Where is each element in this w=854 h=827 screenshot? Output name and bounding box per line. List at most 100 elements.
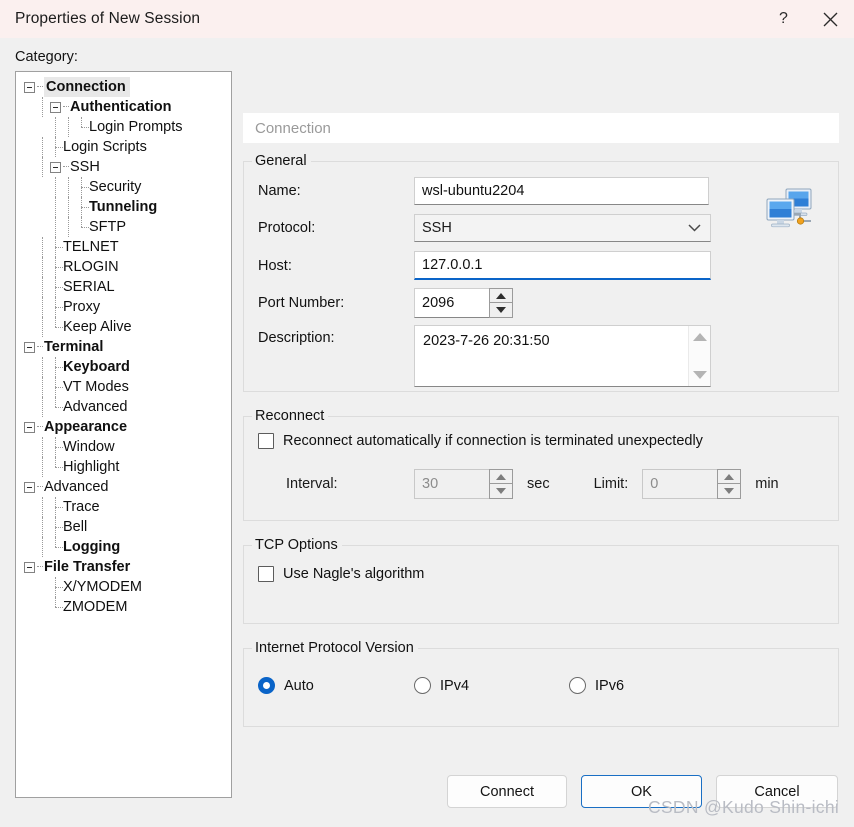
ip-version-radio-ipv4[interactable]: IPv4 [414,677,469,694]
tree-guide [37,237,50,257]
tree-item-advanced[interactable]: Advanced [16,477,231,497]
tree-item-zmodem[interactable]: ZMODEM [16,597,231,617]
tree-item-tunneling[interactable]: Tunneling [16,197,231,217]
tree-item-keyboard[interactable]: Keyboard [16,357,231,377]
tree-item-file-transfer[interactable]: File Transfer [16,557,231,577]
nagle-checkbox[interactable] [258,566,274,582]
tree-collapse-icon[interactable] [50,161,61,173]
limit-stepper[interactable]: 0 [642,469,742,499]
tree-item-bell[interactable]: Bell [16,517,231,537]
tree-item-serial[interactable]: SERIAL [16,277,231,297]
tree-guide [37,517,50,537]
ip-version-radio-label: IPv4 [440,677,470,694]
tree-item-trace[interactable]: Trace [16,497,231,517]
tree-item-security[interactable]: Security [16,177,231,197]
ip-version-group: Internet Protocol Version Auto IPv4 IPv6 [243,640,839,727]
name-label: Name: [258,183,301,199]
tree-item-login-prompts[interactable]: Login Prompts [16,117,231,137]
reconnect-auto-checkbox[interactable] [258,433,274,449]
tree-guide [63,117,76,137]
tree-item-label: SERIAL [63,279,115,295]
triangle-up-icon [724,473,735,480]
tree-item-vt-modes[interactable]: VT Modes [16,377,231,397]
interval-spin-up-button[interactable] [489,469,513,484]
tree-item-authentication[interactable]: Authentication [16,97,231,117]
tree-guide [50,357,63,377]
name-input[interactable]: wsl-ubuntu2204 [414,177,709,205]
tree-collapse-icon[interactable] [24,341,35,353]
tree-guide [50,377,63,397]
ip-version-radio-ipv6[interactable]: IPv6 [569,677,624,694]
interval-spin-buttons [489,469,513,499]
ok-button[interactable]: OK [581,775,702,808]
description-scrollbar[interactable] [688,326,710,386]
tree-guide [37,437,50,457]
protocol-row: Protocol: SSH [244,214,711,242]
tree-item-window[interactable]: Window [16,437,231,457]
limit-input[interactable]: 0 [642,469,718,499]
tree-item-telnet[interactable]: TELNET [16,237,231,257]
protocol-select[interactable]: SSH [414,214,711,242]
host-input[interactable]: 127.0.0.1 [414,251,711,280]
tree-collapse-icon[interactable] [50,101,61,113]
limit-spin-up-button[interactable] [717,469,742,484]
tree-item-proxy[interactable]: Proxy [16,297,231,317]
category-tree[interactable]: Connection Authentication Login Prompts Log… [15,71,232,798]
connect-button[interactable]: Connect [447,775,567,808]
tree-item-appearance[interactable]: Appearance [16,417,231,437]
port-input[interactable]: 2096 [414,288,489,318]
tree-item-sftp[interactable]: SFTP [16,217,231,237]
tree-item-connection[interactable]: Connection [16,77,231,97]
tree-item-keep-alive[interactable]: Keep Alive [16,317,231,337]
tree-item-logging[interactable]: Logging [16,537,231,557]
radio-button[interactable] [258,677,275,694]
tree-item-x-ymodem[interactable]: X/YMODEM [16,577,231,597]
tree-item-label: Trace [63,499,100,515]
tree-item-label: Logging [63,539,121,555]
interval-spin-down-button[interactable] [489,484,513,499]
tree-item-label: SFTP [89,219,127,235]
scroll-up-icon[interactable] [692,333,707,341]
limit-spin-down-button[interactable] [717,484,742,499]
tree-guide [37,157,50,177]
ip-version-radio-auto[interactable]: Auto [258,677,314,694]
port-stepper[interactable]: 2096 [414,288,513,318]
tree-item-label: Advanced [63,399,128,415]
interval-stepper[interactable]: 30 [414,469,513,499]
radio-button[interactable] [414,677,431,694]
description-textarea[interactable]: 2023-7-26 20:31:50 [414,325,711,387]
tree-collapse-icon[interactable] [24,481,35,493]
tree-guide [37,257,50,277]
close-icon[interactable] [807,0,854,38]
triangle-up-icon [496,292,506,299]
nagle-checkbox-row[interactable]: Use Nagle's algorithm [258,566,424,582]
radio-button[interactable] [569,677,586,694]
reconnect-auto-checkbox-row[interactable]: Reconnect automatically if connection is… [258,433,703,449]
tree-item-terminal[interactable]: Terminal [16,337,231,357]
tree-guide [76,117,89,137]
interval-input[interactable]: 30 [414,469,489,499]
limit-spin-buttons [717,469,742,499]
tree-item-advanced[interactable]: Advanced [16,397,231,417]
general-group-title: General [252,153,311,169]
tree-guide [50,197,63,217]
port-spin-down-button[interactable] [489,303,513,318]
tree-item-login-scripts[interactable]: Login Scripts [16,137,231,157]
cancel-button[interactable]: Cancel [716,775,838,808]
help-question-icon[interactable]: ? [760,0,807,38]
description-value: 2023-7-26 20:31:50 [423,333,550,349]
scroll-down-icon[interactable] [692,371,707,379]
tree-item-ssh[interactable]: SSH [16,157,231,177]
tree-item-label: Login Prompts [89,119,183,135]
tree-guide [63,217,76,237]
tree-guide [76,217,89,237]
tree-guide [50,437,63,457]
tree-item-highlight[interactable]: Highlight [16,457,231,477]
tree-collapse-icon[interactable] [24,81,35,93]
tree-item-rlogin[interactable]: RLOGIN [16,257,231,277]
port-spin-up-button[interactable] [489,288,513,303]
tree-collapse-icon[interactable] [24,561,35,573]
tree-collapse-icon[interactable] [24,421,35,433]
chevron-down-icon [688,220,701,236]
reconnect-auto-label: Reconnect automatically if connection is… [283,433,703,449]
